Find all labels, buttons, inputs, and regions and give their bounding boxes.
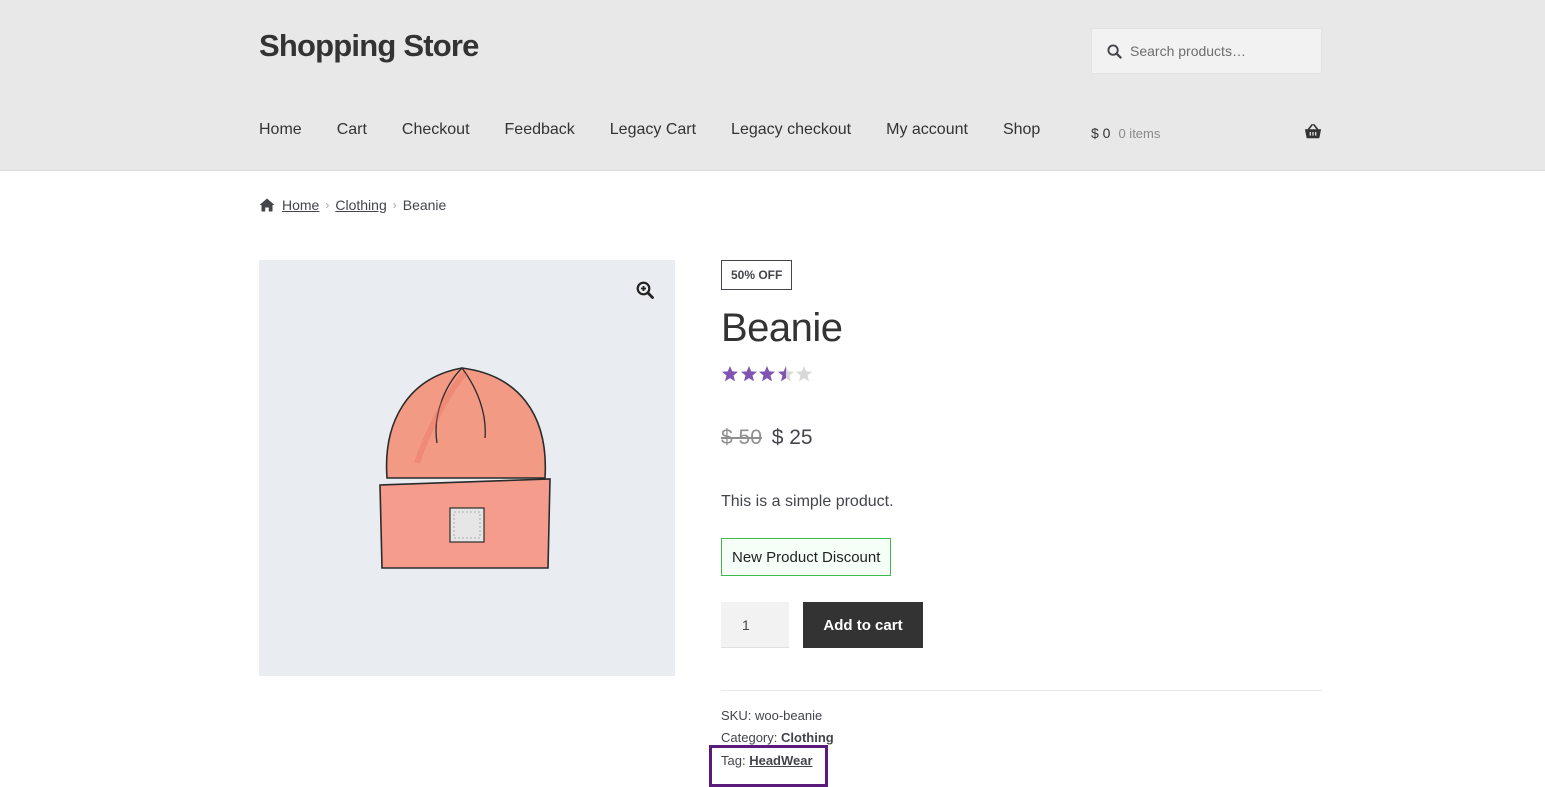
meta-divider (721, 690, 1322, 691)
cart-count: 0 items (1118, 125, 1161, 141)
search-icon (1107, 43, 1122, 59)
sku-label: SKU: (721, 708, 752, 723)
breadcrumb-home[interactable]: Home (282, 197, 319, 213)
star-rating[interactable] (721, 365, 814, 383)
header-cart[interactable]: $ 0 0 items (1091, 121, 1322, 145)
main-navigation: Home Cart Checkout Feedback Legacy Cart … (259, 121, 1075, 139)
nav-cart[interactable]: Cart (337, 121, 367, 139)
category-label: Category: (721, 730, 778, 745)
tag-highlight-box (709, 745, 828, 787)
search-box[interactable] (1091, 28, 1322, 74)
star-icon (740, 366, 757, 382)
cart-amount: $ 0 (1091, 125, 1111, 141)
nav-legacy-cart[interactable]: Legacy Cart (610, 121, 696, 139)
beanie-product-image (379, 367, 551, 569)
sale-badge: 50% OFF (721, 260, 793, 290)
star-icon (759, 366, 775, 382)
site-header: Shopping Store Home Cart Checkout Feedba… (0, 0, 1545, 171)
old-price: $ 50 (721, 426, 762, 449)
product-price: $ 50 $ 25 (721, 426, 813, 450)
product-title: Beanie (721, 306, 843, 350)
nav-home[interactable]: Home (259, 121, 302, 139)
zoom-icon[interactable] (636, 281, 654, 299)
nav-legacy-checkout[interactable]: Legacy checkout (731, 121, 851, 139)
nav-checkout[interactable]: Checkout (402, 121, 470, 139)
basket-icon[interactable] (1304, 123, 1322, 141)
breadcrumb: Home › Clothing › Beanie (259, 197, 446, 213)
site-title[interactable]: Shopping Store (259, 28, 479, 64)
star-icon (777, 366, 794, 382)
quantity-input[interactable] (721, 602, 789, 648)
star-icon (796, 366, 812, 382)
product-category: Category: Clothing (721, 730, 834, 745)
search-input[interactable] (1130, 43, 1310, 59)
breadcrumb-separator: › (392, 198, 397, 212)
sku-value: woo-beanie (754, 708, 823, 723)
short-description: This is a simple product. (721, 493, 894, 510)
star-icon (722, 366, 738, 382)
breadcrumb-current: Beanie (402, 197, 447, 213)
new-product-discount-button[interactable]: New Product Discount (721, 538, 892, 576)
category-link[interactable]: Clothing (781, 730, 834, 745)
home-icon (259, 198, 275, 212)
sale-price: $ 25 (771, 426, 813, 449)
nav-feedback[interactable]: Feedback (505, 121, 575, 139)
add-to-cart-button[interactable]: Add to cart (803, 602, 923, 648)
breadcrumb-clothing[interactable]: Clothing (335, 197, 386, 213)
nav-shop[interactable]: Shop (1003, 121, 1040, 139)
product-gallery[interactable] (259, 260, 675, 676)
breadcrumb-separator: › (325, 198, 330, 212)
nav-my-account[interactable]: My account (886, 121, 968, 139)
product-sku: SKU: woo-beanie (721, 708, 822, 723)
